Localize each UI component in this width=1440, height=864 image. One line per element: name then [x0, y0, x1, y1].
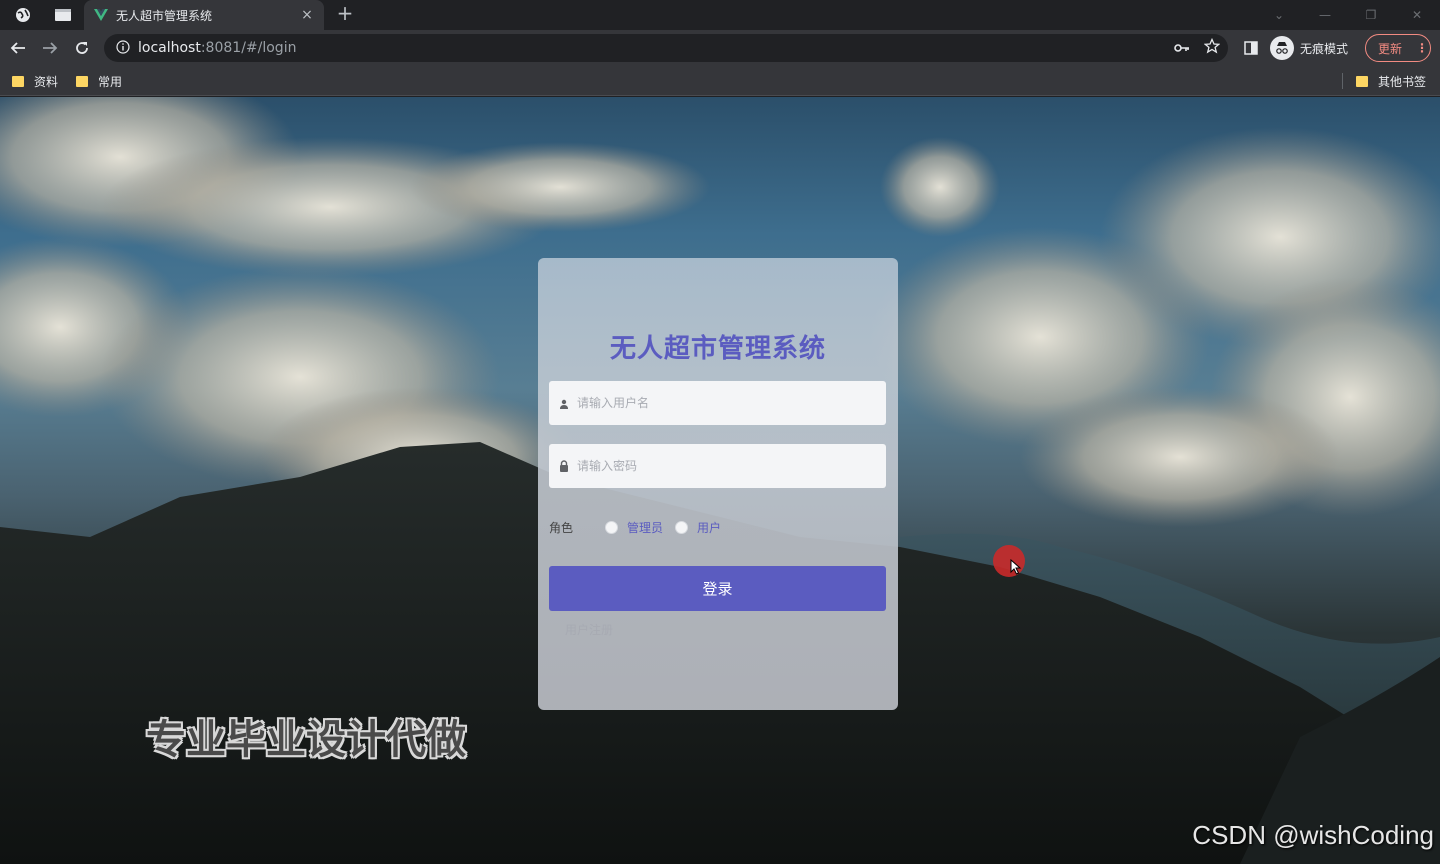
- close-tab-icon[interactable]: ×: [298, 7, 316, 23]
- window-controls: ⌄ — ❐ ✕: [1256, 0, 1440, 30]
- folder-icon: [1356, 76, 1368, 87]
- vue-logo-icon: [94, 6, 108, 25]
- login-button[interactable]: 登录: [549, 566, 886, 611]
- browser-toolbar: localhost:8081/#/login 无痕模式 更新 ⋮: [0, 30, 1440, 66]
- csdn-watermark: CSDN @wishCoding: [1192, 820, 1434, 850]
- password-field[interactable]: [549, 444, 886, 488]
- bookmarks-bar: 资料 常用 其他书签: [0, 66, 1440, 96]
- login-title: 无人超市管理系统: [609, 334, 826, 364]
- address-bar[interactable]: localhost:8081/#/login: [104, 34, 1228, 62]
- key-icon[interactable]: [1174, 39, 1190, 58]
- role-option-label: 用户: [697, 520, 722, 535]
- folder-icon: [12, 76, 24, 87]
- username-input[interactable]: [577, 396, 857, 410]
- role-selector: 角色 管理员 用户: [549, 518, 733, 536]
- bookmark-label: 资料: [34, 75, 59, 89]
- incognito-icon: [1270, 36, 1294, 60]
- info-icon[interactable]: [116, 39, 130, 58]
- bookmark-folder-changyong[interactable]: 常用: [76, 73, 122, 90]
- role-label: 角色: [549, 520, 574, 535]
- password-input[interactable]: [577, 459, 857, 473]
- star-icon[interactable]: [1203, 37, 1221, 58]
- radio-circle[interactable]: [605, 520, 618, 534]
- close-window-button[interactable]: ✕: [1394, 0, 1440, 30]
- tab-bar: 无人超市管理系统 × + ⌄ — ❐ ✕: [0, 0, 1440, 30]
- tab-strip-icon[interactable]: [52, 4, 74, 26]
- other-bookmarks-label: 其他书签: [1378, 75, 1427, 89]
- user-icon: [559, 394, 569, 413]
- more-menu-icon[interactable]: ⋮: [1416, 41, 1428, 55]
- role-radio-admin[interactable]: 管理员: [605, 519, 663, 536]
- globe-icon[interactable]: [12, 4, 34, 26]
- login-card: 无人超市管理系统 角色 管理员 用户 登录 用户注册: [538, 258, 898, 710]
- radio-circle[interactable]: [675, 520, 689, 534]
- bookmarks-divider: [1342, 73, 1343, 89]
- back-icon[interactable]: [6, 36, 30, 60]
- update-button[interactable]: 更新 ⋮: [1365, 34, 1431, 62]
- mouse-cursor-icon: [1010, 559, 1022, 575]
- lock-icon: [559, 457, 569, 476]
- bookmark-label: 常用: [98, 75, 123, 89]
- reload-icon[interactable]: [70, 36, 94, 60]
- new-tab-button[interactable]: +: [334, 2, 356, 24]
- register-link[interactable]: 用户注册: [565, 621, 613, 638]
- tab-active[interactable]: 无人超市管理系统 ×: [84, 0, 324, 30]
- incognito-indicator[interactable]: 无痕模式: [1270, 35, 1348, 61]
- update-label: 更新: [1378, 41, 1403, 56]
- tab-title: 无人超市管理系统: [116, 8, 213, 23]
- other-bookmarks[interactable]: 其他书签: [1356, 73, 1426, 90]
- promo-overlay-text: 专业毕业设计代做: [146, 717, 466, 763]
- role-radio-user[interactable]: 用户: [675, 519, 721, 536]
- username-field[interactable]: [549, 381, 886, 425]
- side-panel-icon[interactable]: [1240, 37, 1262, 59]
- tab-search-button[interactable]: ⌄: [1256, 0, 1302, 30]
- bookmark-folder-ziliao[interactable]: 资料: [12, 73, 58, 90]
- role-option-label: 管理员: [627, 520, 664, 535]
- url-path: :8081/#/login: [200, 40, 297, 56]
- page-viewport: 无人超市管理系统 角色 管理员 用户 登录 用户注册: [0, 97, 1440, 864]
- forward-icon[interactable]: [38, 36, 62, 60]
- incognito-label: 无痕模式: [1300, 41, 1349, 56]
- minimize-button[interactable]: —: [1302, 0, 1348, 30]
- folder-icon: [76, 76, 88, 87]
- restore-button[interactable]: ❐: [1348, 0, 1394, 30]
- url-host: localhost: [138, 40, 201, 56]
